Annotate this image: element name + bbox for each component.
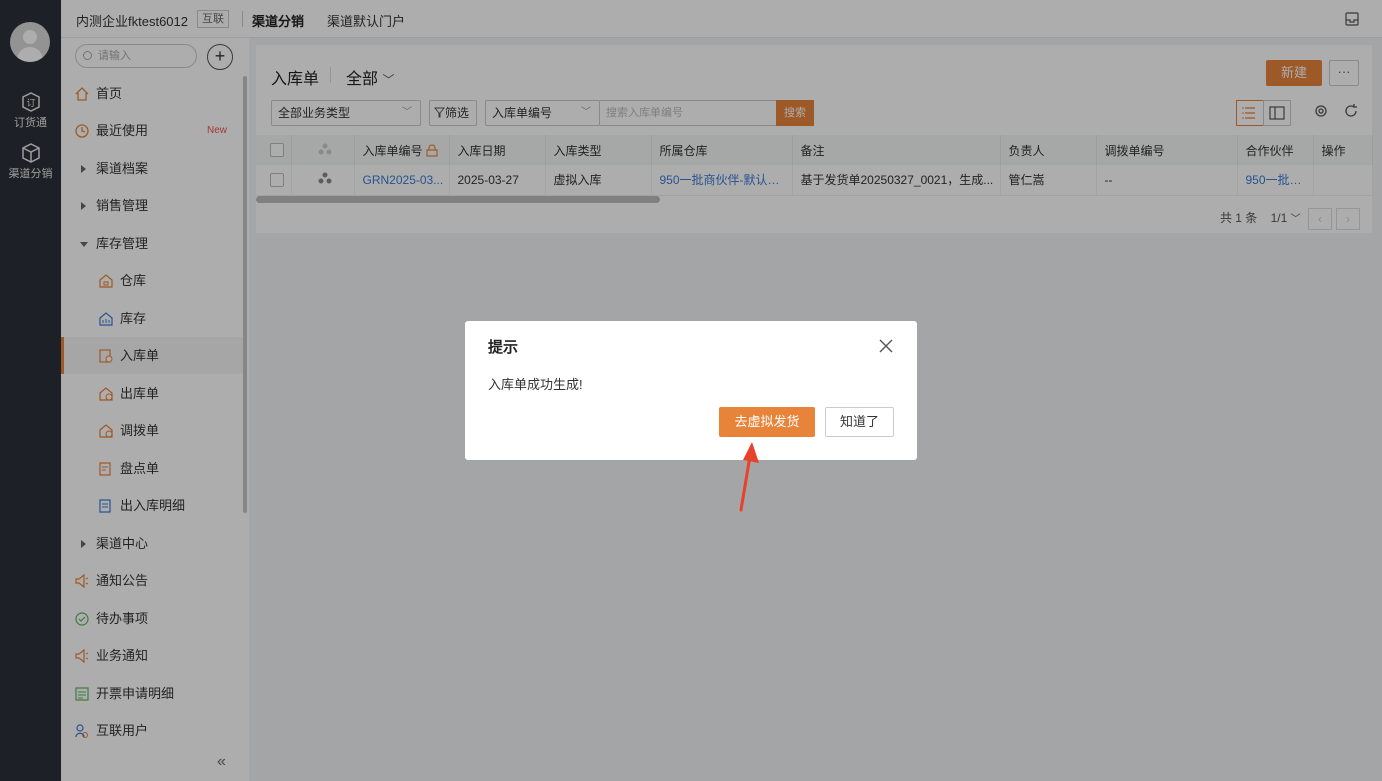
got-it-button[interactable]: 知道了 [825, 407, 894, 437]
dialog-message: 入库单成功生成! [488, 377, 583, 392]
go-virtual-shipment-button[interactable]: 去虚拟发货 [719, 407, 815, 437]
close-icon[interactable] [878, 338, 894, 354]
dialog-title: 提示 [488, 339, 519, 356]
prompt-dialog: 提示 入库单成功生成! 去虚拟发货 知道了 [465, 321, 917, 460]
annotation-arrow-icon [739, 442, 759, 512]
